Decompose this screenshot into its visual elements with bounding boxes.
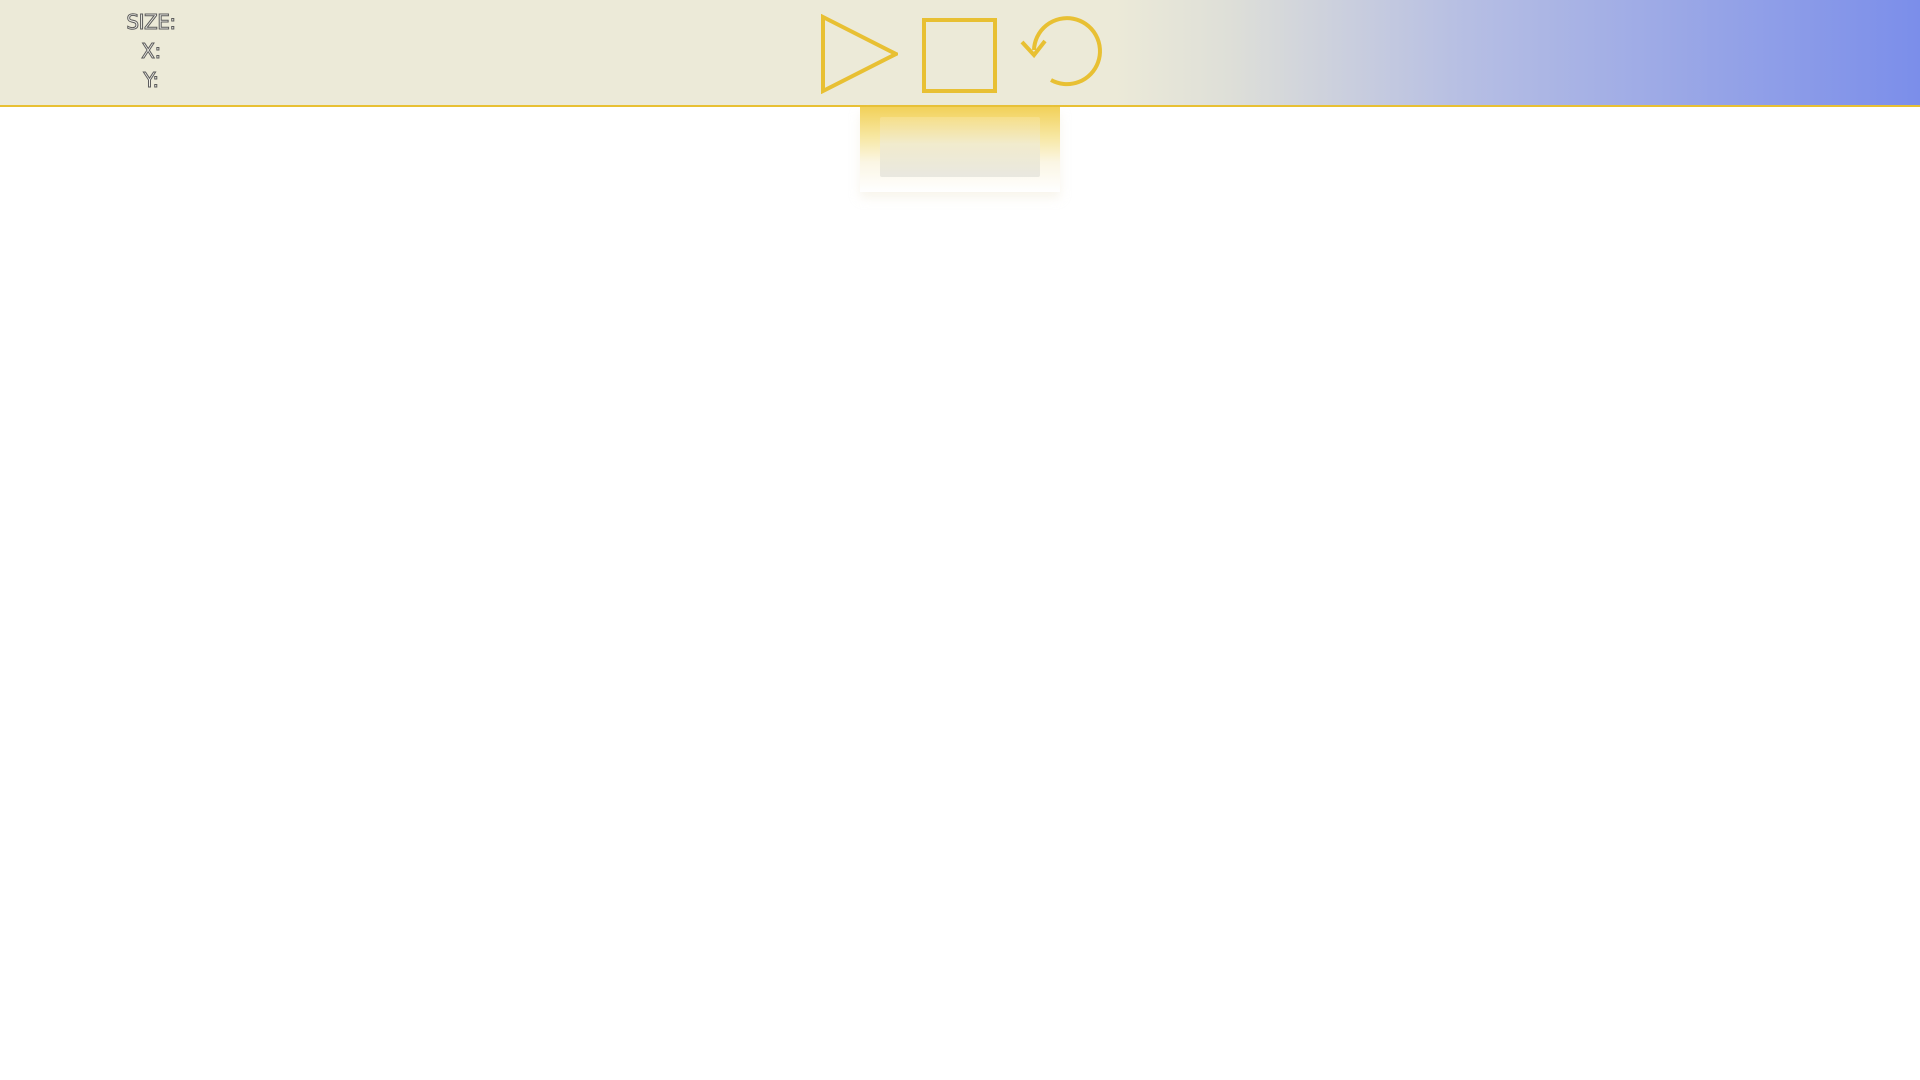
pull-down-tab[interactable]	[860, 107, 1060, 192]
size-label: SIZE:	[126, 10, 177, 35]
stop-icon	[922, 18, 997, 93]
play-icon	[821, 14, 898, 94]
pull-down-tab-handle	[880, 117, 1040, 177]
top-toolbar: SIZE: X: Y:	[0, 0, 1920, 107]
reset-button[interactable]	[1018, 14, 1102, 94]
play-button[interactable]	[818, 14, 898, 94]
drawing-canvas[interactable]	[0, 107, 1920, 1080]
y-label: Y:	[143, 68, 160, 93]
reset-icon	[1020, 16, 1102, 87]
coordinate-readout: SIZE: X: Y:	[100, 8, 202, 95]
stop-button[interactable]	[918, 14, 998, 94]
x-label: X:	[141, 39, 162, 64]
